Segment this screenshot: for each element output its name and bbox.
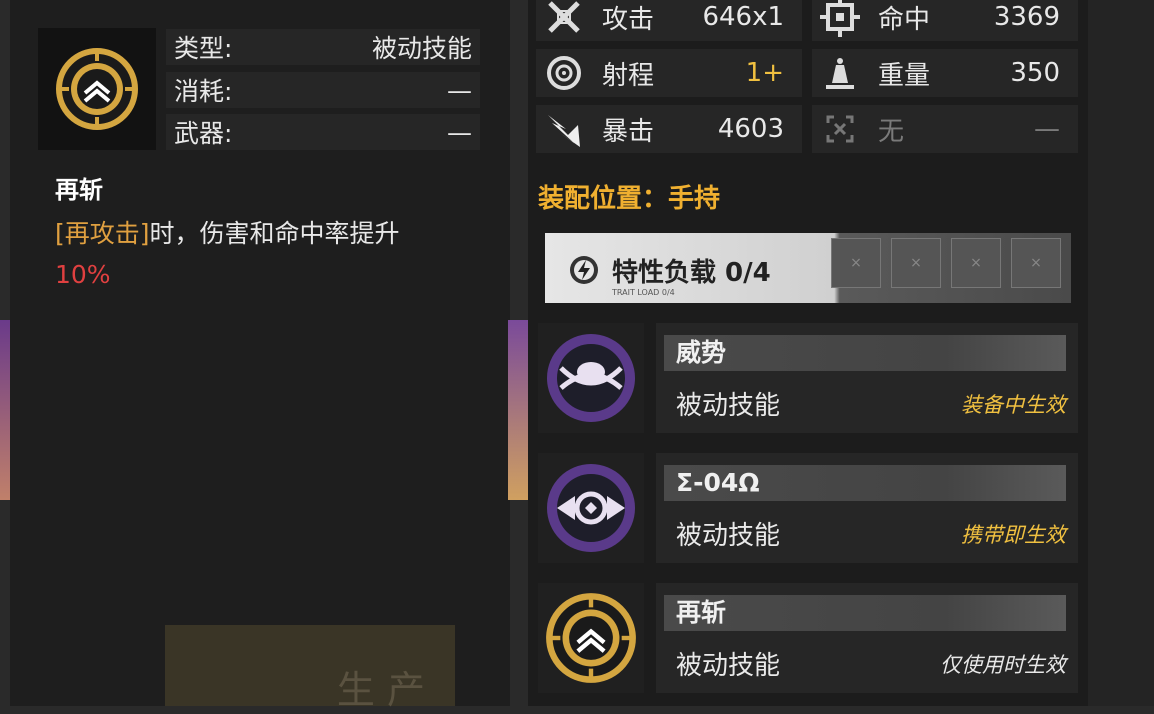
slot-mark: ×	[910, 255, 922, 271]
skill-card-condition: 仅使用时生效	[940, 653, 1066, 677]
skill-card-name: Σ-04Ω	[664, 465, 1066, 501]
skill-card-type: 被动技能	[676, 391, 781, 421]
stat-label: 命中	[878, 4, 931, 35]
equip-position: 装配位置：手持	[538, 184, 721, 214]
stat-value: 1+	[745, 58, 784, 88]
right-decoration	[1088, 0, 1154, 706]
info-label-weapon: 武器:	[174, 119, 233, 148]
info-row-cost: 消耗: —	[166, 72, 480, 108]
stat-attack: 攻击 646x1	[536, 0, 802, 41]
info-row-weapon: 武器: —	[166, 114, 480, 150]
skill-icon-wrap	[538, 323, 644, 433]
skill-description: [再攻击]时，伤害和命中率提升	[55, 214, 400, 250]
stat-label: 暴击	[602, 116, 655, 147]
trait-load-label: 特性负载 0/4	[612, 258, 771, 288]
stat-range: 射程 1+	[536, 49, 802, 97]
skill-card-1[interactable]: 威势 被动技能 装备中生效	[538, 323, 1078, 433]
range-icon	[542, 51, 586, 95]
skill-card-condition: 装备中生效	[961, 393, 1066, 417]
weight-icon	[818, 51, 862, 95]
skill-card-condition: 携带即生效	[961, 523, 1066, 547]
skill-card-body: Σ-04Ω 被动技能 携带即生效	[656, 453, 1078, 563]
trait-load-sublabel: TRAIT LOAD 0/4	[612, 288, 675, 297]
empty-icon	[818, 107, 862, 151]
slot-mark: ×	[1030, 255, 1042, 271]
crit-icon	[542, 107, 586, 151]
skill-card-type: 被动技能	[676, 651, 781, 681]
skill-bonus-percent: 10%	[55, 260, 111, 289]
skill-desc-text: 时，伤害和命中率提升	[149, 219, 400, 248]
info-label-type: 类型:	[174, 34, 233, 63]
background-produce-button: 生 产	[165, 625, 455, 712]
info-value-weapon: —	[447, 117, 472, 147]
trait-slot-4[interactable]: ×	[1011, 238, 1061, 288]
skill-desc-highlight: [再攻击]	[55, 219, 150, 248]
purple-emblem-icon	[547, 334, 635, 422]
gold-chevron-icon	[546, 593, 636, 683]
slot-mark: ×	[850, 255, 862, 271]
info-value-type: 被动技能	[371, 34, 472, 63]
left-edge-glow	[0, 320, 10, 500]
stat-label: 射程	[602, 60, 655, 91]
stat-label: 攻击	[602, 4, 655, 35]
stat-label: 重量	[878, 60, 931, 91]
info-label-cost: 消耗:	[174, 77, 233, 106]
middle-edge-glow	[508, 320, 530, 500]
skill-card-2[interactable]: Σ-04Ω 被动技能 携带即生效	[538, 453, 1078, 563]
target-icon	[818, 0, 862, 39]
stat-crit: 暴击 4603	[536, 105, 802, 153]
stat-accuracy: 命中 3369	[812, 0, 1078, 41]
skill-card-body: 威势 被动技能 装备中生效	[656, 323, 1078, 433]
trait-slot-1[interactable]: ×	[831, 238, 881, 288]
lightning-gear-icon	[570, 256, 598, 284]
info-value-cost: —	[447, 75, 472, 105]
trait-slot-2[interactable]: ×	[891, 238, 941, 288]
stat-weight: 重量 350	[812, 49, 1078, 97]
skill-icon-wrap	[538, 453, 644, 563]
stat-value: 4603	[717, 114, 784, 144]
skill-icon-wrap	[538, 583, 644, 693]
skill-card-body: 再斩 被动技能 仅使用时生效	[656, 583, 1078, 693]
skill-name: 再斩	[55, 176, 103, 204]
stat-value: 646x1	[702, 2, 784, 32]
stat-value: 350	[1010, 58, 1060, 88]
skill-icon-box	[38, 28, 156, 150]
skill-card-name: 再斩	[664, 595, 1066, 631]
stat-value: 3369	[993, 2, 1060, 32]
info-row-type: 类型: 被动技能	[166, 29, 480, 65]
purple-eye-icon	[547, 464, 635, 552]
stat-label: 无	[878, 116, 905, 147]
skill-card-type: 被动技能	[676, 521, 781, 551]
skill-card-name: 威势	[664, 335, 1066, 371]
gold-chevron-icon	[56, 48, 138, 130]
slot-mark: ×	[970, 255, 982, 271]
stat-value: —	[1034, 114, 1060, 144]
sword-icon	[542, 0, 586, 39]
skill-card-3[interactable]: 再斩 被动技能 仅使用时生效	[538, 583, 1078, 693]
trait-slot-3[interactable]: ×	[951, 238, 1001, 288]
stat-empty: 无 —	[812, 105, 1078, 153]
